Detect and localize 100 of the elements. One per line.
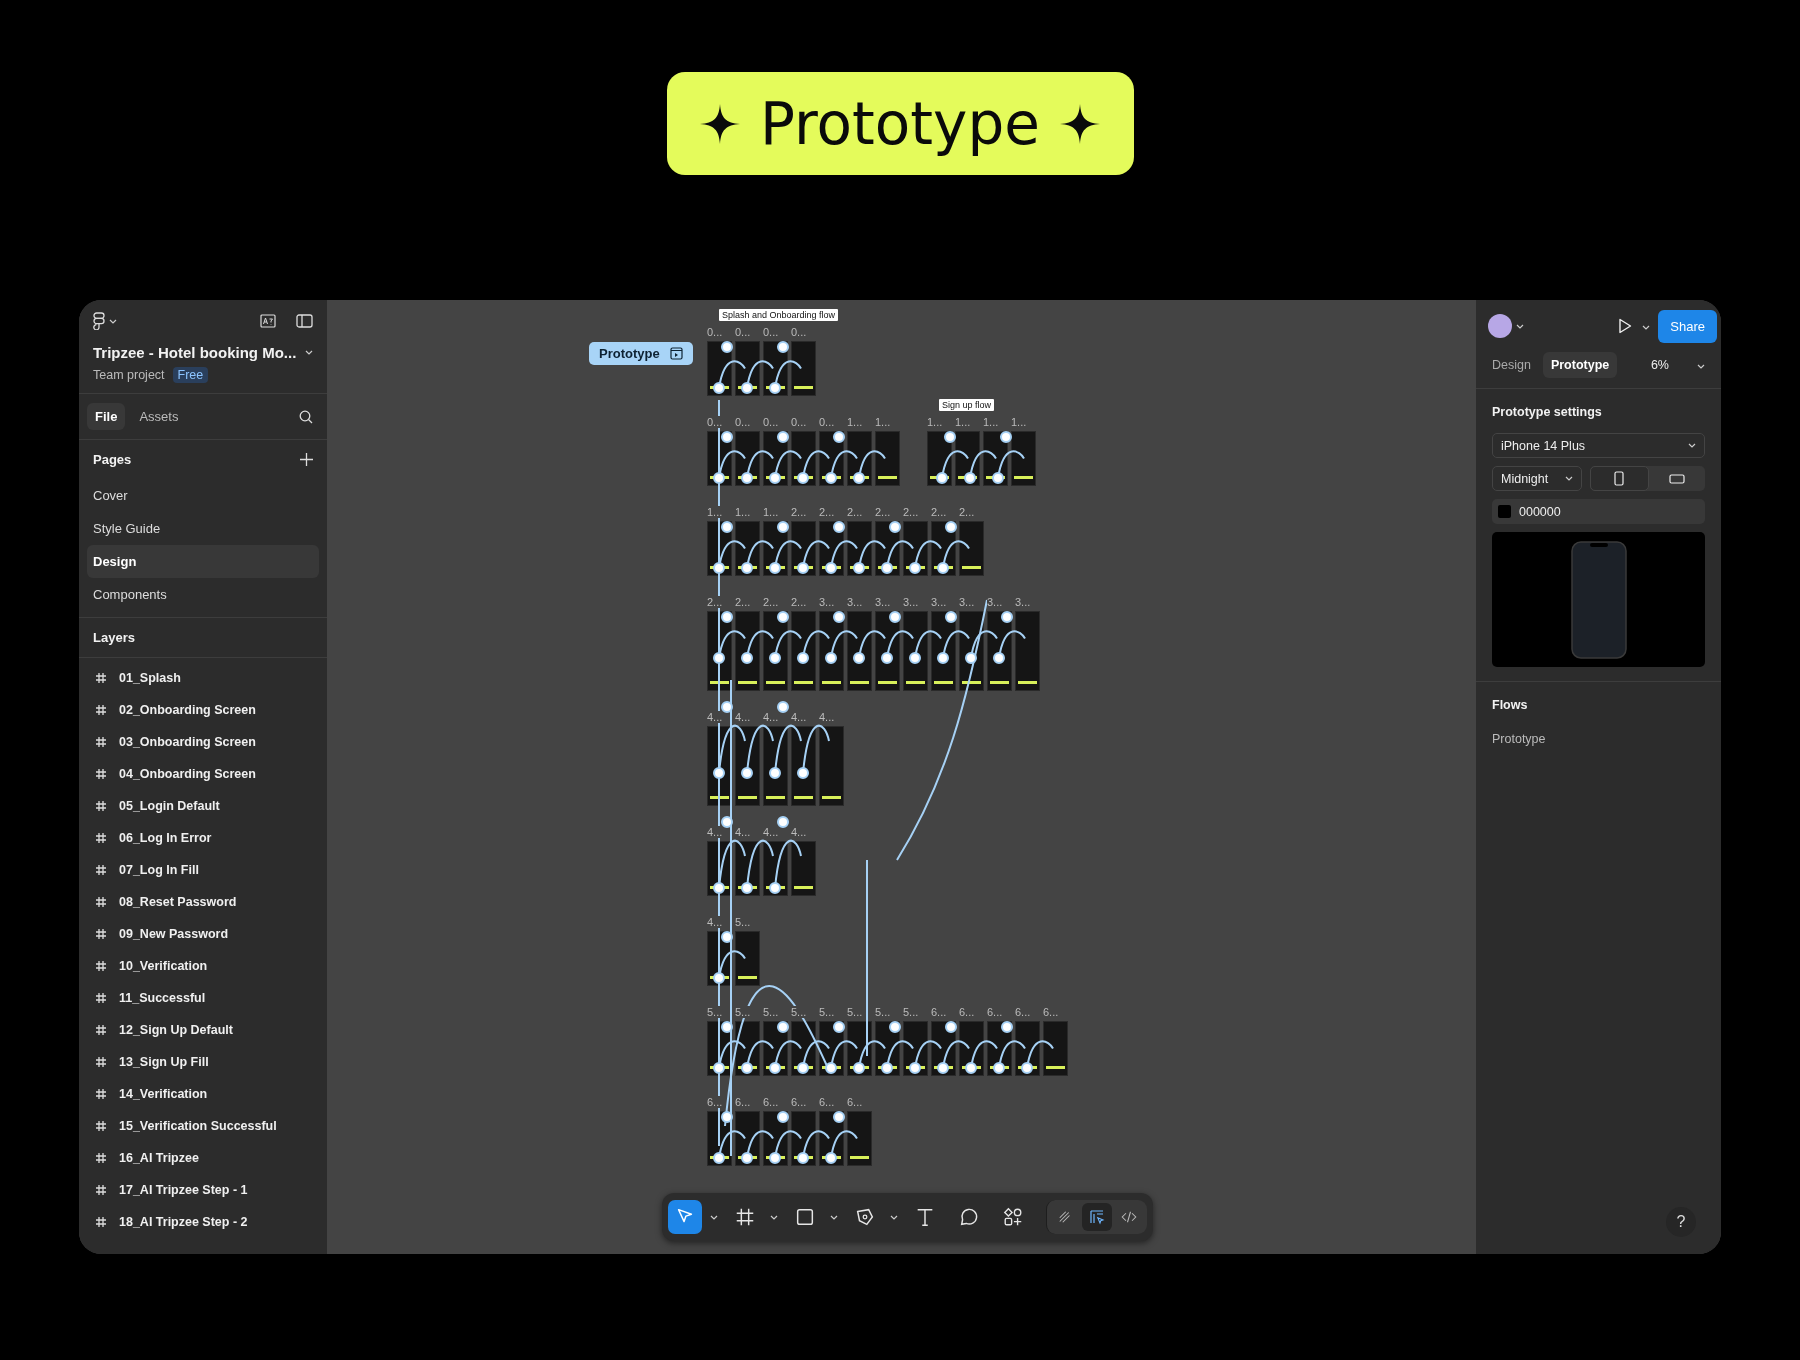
- frame-label: 4...: [707, 711, 723, 723]
- frame-label: 4...: [791, 826, 807, 838]
- frame-icon: [95, 832, 107, 844]
- caret-icon: [830, 1214, 838, 1220]
- layer-item[interactable]: 16_AI Tripzee: [119, 1151, 199, 1165]
- frame-label: 5...: [875, 1006, 891, 1018]
- frame-label: 2...: [959, 506, 975, 518]
- page-item[interactable]: Cover: [87, 479, 319, 512]
- screen-thumbnail: [875, 431, 900, 486]
- frame-icon: [95, 1088, 107, 1100]
- tool-button[interactable]: [668, 1200, 702, 1234]
- color-swatch[interactable]: [1498, 505, 1511, 518]
- frame-label: 0...: [763, 416, 779, 428]
- portrait-phone-icon: [1614, 471, 1625, 486]
- layer-item[interactable]: 04_Onboarding Screen: [119, 767, 256, 781]
- panel-tab[interactable]: Design: [1484, 352, 1539, 378]
- chevron-down-icon: [1642, 325, 1651, 330]
- flow-item[interactable]: Prototype: [1476, 726, 1721, 752]
- frame-label: 3...: [1015, 596, 1031, 608]
- frame-label: 1...: [875, 416, 891, 428]
- frame-label: 6...: [791, 1096, 807, 1108]
- frame-label: 2...: [763, 596, 779, 608]
- frame-label: 4...: [763, 711, 779, 723]
- frame-icon: [95, 736, 107, 748]
- file-name: Tripzee - Hotel booking Mo...: [93, 344, 297, 361]
- layer-item[interactable]: 12_Sign Up Default: [119, 1023, 233, 1037]
- orientation-button[interactable]: [1590, 466, 1649, 491]
- caret-icon: [770, 1214, 778, 1220]
- layer-item[interactable]: 18_AI Tripzee Step - 2: [119, 1215, 248, 1229]
- share-button[interactable]: Share: [1658, 309, 1717, 343]
- frame-icon: [95, 1056, 107, 1068]
- plus-icon[interactable]: [300, 453, 313, 466]
- panel-tab[interactable]: Prototype: [1542, 352, 1618, 378]
- layer-item[interactable]: 10_Verification: [119, 959, 208, 973]
- layer-item[interactable]: 08_Reset Password: [119, 895, 237, 909]
- frame-label: 5...: [903, 1006, 919, 1018]
- search-icon[interactable]: [299, 409, 313, 424]
- chevron-down-icon: [1565, 476, 1573, 481]
- layer-item[interactable]: 03_Onboarding Screen: [119, 735, 256, 749]
- frame-label: 2...: [819, 506, 835, 518]
- font-icon[interactable]: [260, 314, 276, 328]
- layer-item[interactable]: 02_Onboarding Screen: [119, 703, 256, 717]
- caret-icon: [890, 1214, 898, 1220]
- chevron-down-icon: [1697, 364, 1705, 369]
- frame-label: 0...: [707, 416, 723, 428]
- screen-thumbnail: [1043, 1021, 1068, 1076]
- page-item[interactable]: Style Guide: [87, 512, 319, 545]
- chevron-down-icon: [305, 350, 313, 355]
- mode-button[interactable]: [1082, 1203, 1112, 1231]
- page-item[interactable]: Components: [87, 578, 319, 611]
- layer-item[interactable]: 11_Successful: [119, 991, 206, 1005]
- section-title: Flows: [1491, 697, 1529, 714]
- help-button[interactable]: ?: [1666, 1207, 1696, 1237]
- frame-label: 3...: [987, 596, 1003, 608]
- device-dropdown[interactable]: iPhone 14 Plus: [1492, 433, 1705, 458]
- frame-label: 6...: [763, 1096, 779, 1108]
- layer-item[interactable]: 17_AI Tripzee Step - 1: [119, 1183, 248, 1197]
- layer-item[interactable]: 09_New Password: [119, 927, 229, 941]
- play-frame-icon: [669, 347, 683, 360]
- panel-tab[interactable]: Assets: [131, 403, 187, 430]
- frame-label: 5...: [819, 1006, 835, 1018]
- frame-label: 4...: [707, 916, 723, 928]
- chevron-down-icon: [109, 318, 117, 324]
- layer-item[interactable]: 07_Log In Fill: [119, 863, 199, 877]
- zoom-level[interactable]: 6%: [1650, 358, 1669, 372]
- frame-label: 6...: [959, 1006, 975, 1018]
- panel-tab[interactable]: File: [87, 403, 126, 430]
- flow-start-badge[interactable]: Prototype: [589, 342, 693, 365]
- play-icon[interactable]: [1618, 318, 1633, 334]
- screen-thumbnail: [1011, 431, 1036, 486]
- layer-item[interactable]: 01_Splash: [119, 671, 181, 685]
- landscape-phone-icon: [1668, 473, 1685, 484]
- flow-label: Splash and Onboarding flow: [719, 309, 839, 321]
- frame-label: 3...: [903, 596, 919, 608]
- rectangle-icon: [794, 1206, 816, 1228]
- frame-label: 6...: [987, 1006, 1003, 1018]
- frame-label: 0...: [735, 326, 751, 338]
- logo-icon[interactable]: [93, 312, 105, 330]
- frame-icon: [95, 864, 107, 876]
- frame-icon: [734, 1206, 756, 1228]
- avatar[interactable]: [1488, 314, 1512, 338]
- layer-item[interactable]: 06_Log In Error: [119, 831, 212, 845]
- frame-label: 0...: [791, 326, 807, 338]
- frame-label: 2...: [791, 506, 807, 518]
- frame-label: 1...: [955, 416, 971, 428]
- color-value[interactable]: 000000: [1519, 504, 1561, 519]
- frame-label: 6...: [1043, 1006, 1059, 1018]
- section-title: Layers: [93, 630, 135, 645]
- frame-icon: [95, 768, 107, 780]
- sidebar-icon[interactable]: [296, 314, 313, 328]
- pen-icon: [854, 1206, 876, 1228]
- page-item[interactable]: Design: [87, 545, 319, 578]
- caret-icon: [710, 1214, 718, 1220]
- layer-item[interactable]: 14_Verification: [119, 1087, 208, 1101]
- ruler-cursor-icon: [1088, 1208, 1106, 1226]
- layer-item[interactable]: 13_Sign Up Fill: [119, 1055, 209, 1069]
- model-dropdown[interactable]: Midnight: [1492, 466, 1582, 491]
- layer-item[interactable]: 05_Login Default: [119, 799, 220, 813]
- frame-label: 2...: [707, 596, 723, 608]
- layer-item[interactable]: 15_Verification Successful: [119, 1119, 277, 1133]
